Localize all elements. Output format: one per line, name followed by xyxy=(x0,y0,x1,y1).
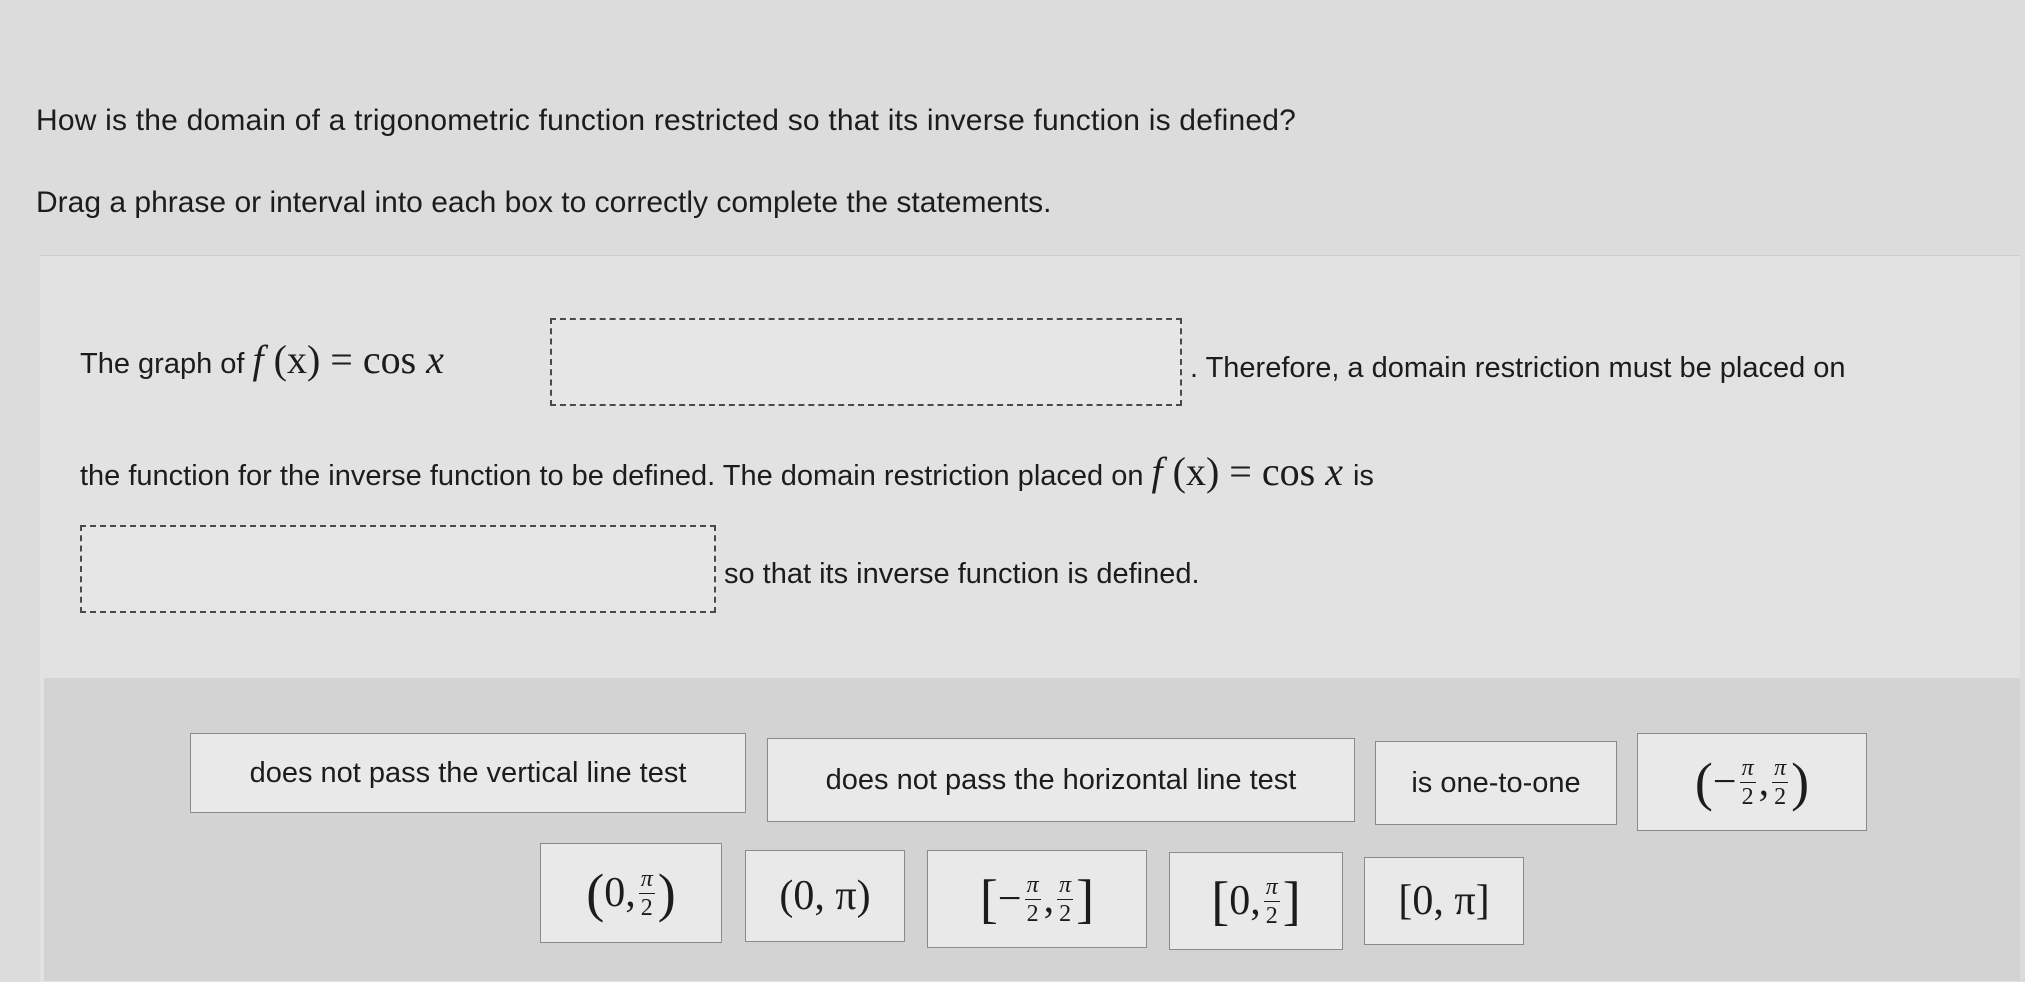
tile-closed-zero-pi[interactable]: [0, π] xyxy=(1364,857,1524,945)
question-text: How is the domain of a trigonometric fun… xyxy=(36,104,1297,137)
statement-part2-suffix: is xyxy=(1352,460,1374,492)
tile-closed-neg-pi-half-pi-half[interactable]: [ − π2 , π2 ] xyxy=(927,850,1147,948)
statement-prefix: The graph of xyxy=(80,348,245,380)
tile-one-to-one[interactable]: is one-to-one xyxy=(1375,741,1617,825)
statement-part2: the function for the inverse function to… xyxy=(80,460,1144,492)
tile-open-zero-pi[interactable]: (0, π) xyxy=(745,850,905,942)
instruction-text: Drag a phrase or interval into each box … xyxy=(36,186,1052,219)
statement-line-2: the function for the inverse function to… xyxy=(80,448,1374,495)
drop-box-2[interactable] xyxy=(80,525,716,613)
tile-closed-zero-pi-half[interactable]: [ 0, π2 ] xyxy=(1169,852,1343,950)
tile-horizontal-line-test[interactable]: does not pass the horizontal line test xyxy=(767,738,1355,822)
statement-line-1: The graph of f (x) = cos x xyxy=(80,336,444,383)
tile-vertical-line-test[interactable]: does not pass the vertical line test xyxy=(190,733,746,813)
drop-box-1[interactable] xyxy=(550,318,1182,406)
statement-line-3: so that its inverse function is defined. xyxy=(724,558,1200,590)
function-expression: f (x) = cos x xyxy=(252,337,444,382)
tile-open-zero-pi-half[interactable]: ( 0, π2 ) xyxy=(540,843,722,943)
statement-line-1-suffix: . Therefore, a domain restriction must b… xyxy=(1190,352,1846,384)
function-expression-2: f (x) = cos x xyxy=(1151,449,1343,494)
tile-open-neg-pi-half-pi-half[interactable]: ( − π2 , π2 ) xyxy=(1637,733,1867,831)
